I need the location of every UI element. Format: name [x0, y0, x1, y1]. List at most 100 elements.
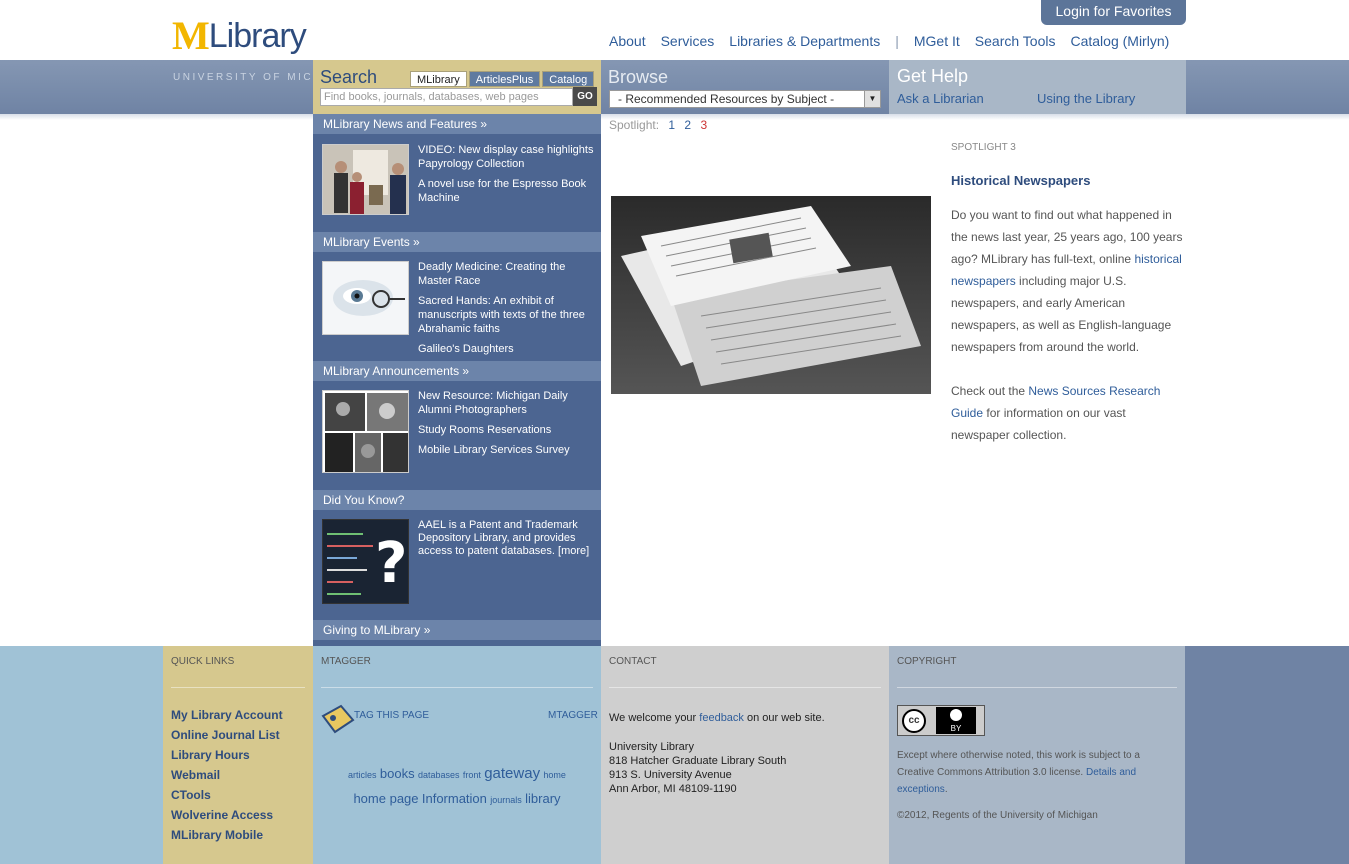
contact-text: We welcome your: [609, 712, 700, 724]
quick-links-column: QUICK LINKS My Library Account Online Jo…: [163, 646, 313, 864]
page: M Library Login for Favorites About Serv…: [0, 0, 1349, 864]
spotlight-text: Check out the: [951, 384, 1029, 398]
announcements-heading-link[interactable]: MLibrary Announcements »: [313, 361, 601, 381]
tab-articlesplus[interactable]: ArticlesPlus: [468, 71, 541, 87]
contact-address: University Library 818 Hatcher Graduate …: [609, 740, 881, 796]
get-help-title: Get Help: [897, 66, 969, 86]
announcement-michigan-daily[interactable]: New Resource: Michigan Daily Alumni Phot…: [418, 389, 596, 417]
spotlight-body: Do you want to find out what happened in…: [951, 204, 1186, 468]
search-tabs: MLibrary ArticlesPlus Catalog: [410, 71, 596, 87]
mtagger-row: TAG THIS PAGE MTAGGER: [321, 704, 598, 764]
spotlight-label: SPOTLIGHT 3: [951, 142, 1016, 153]
svg-text:?: ?: [375, 531, 407, 596]
search-title: Search: [320, 67, 378, 87]
news-heading-link[interactable]: MLibrary News and Features »: [313, 114, 601, 134]
events-list: Deadly Medicine: Creating the Master Rac…: [418, 260, 596, 362]
nav-search-tools[interactable]: Search Tools: [975, 33, 1056, 49]
mlibrary-logo[interactable]: M Library: [172, 14, 307, 56]
tag-information[interactable]: Information: [422, 791, 487, 806]
search-input[interactable]: Find books, journals, databases, web pag…: [320, 88, 573, 106]
event-item-deadly-medicine[interactable]: Deadly Medicine: Creating the Master Rac…: [418, 260, 596, 288]
events-thumbnail[interactable]: [322, 261, 409, 335]
quick-link-journal-list[interactable]: Online Journal List: [171, 728, 305, 748]
nav-services[interactable]: Services: [661, 33, 715, 49]
tag-home-page[interactable]: home page: [353, 791, 418, 806]
announcements-thumbnail[interactable]: [322, 390, 409, 473]
copyright-heading: COPYRIGHT: [897, 656, 1177, 688]
header: M Library Login for Favorites About Serv…: [0, 0, 1349, 60]
did-you-know-heading: Did You Know?: [313, 490, 601, 510]
address-line: University Library: [609, 741, 694, 753]
get-help-panel: Get Help Ask a Librarian Using the Libra…: [889, 60, 1186, 114]
tag-this-page-link[interactable]: TAG THIS PAGE: [354, 710, 429, 721]
tag-books[interactable]: books: [380, 766, 415, 781]
nav-about[interactable]: About: [609, 33, 646, 49]
quick-link-ctools[interactable]: CTools: [171, 788, 305, 808]
news-item-papyrology[interactable]: VIDEO: New display case highlights Papyr…: [418, 143, 596, 171]
logo-text: Library: [208, 17, 307, 55]
quick-link-my-account[interactable]: My Library Account: [171, 708, 305, 728]
browse-subject-select[interactable]: - Recommended Resources by Subject - ▼: [609, 90, 881, 108]
creative-commons-badge[interactable]: cc BY: [897, 705, 985, 736]
news-item-espresso[interactable]: A novel use for the Espresso Book Machin…: [418, 177, 596, 205]
tag-icon[interactable]: [321, 704, 355, 737]
contact-text: on our web site.: [743, 712, 825, 724]
top-navigation: About Services Libraries & Departments |…: [609, 33, 1184, 49]
announcements-list: New Resource: Michigan Daily Alumni Phot…: [418, 389, 596, 463]
chevron-down-icon[interactable]: ▼: [864, 91, 880, 107]
spotlight-page-2[interactable]: 2: [684, 118, 691, 132]
spotlight-paragraph-1: Do you want to find out what happened in…: [951, 204, 1186, 358]
copyright-column: COPYRIGHT cc BY Except where otherwise n…: [889, 646, 1185, 864]
spotlight-page-3-current: 3: [700, 118, 708, 132]
tag-journals[interactable]: journals: [490, 795, 522, 805]
nav-libraries-departments[interactable]: Libraries & Departments: [729, 33, 880, 49]
nav-catalog-mirlyn[interactable]: Catalog (Mirlyn): [1070, 33, 1169, 49]
spotlight-paragraph-2: Check out the News Sources Research Guid…: [951, 380, 1186, 446]
tag-library[interactable]: library: [525, 791, 560, 806]
search-panel: Search MLibrary ArticlesPlus Catalog Fin…: [313, 60, 601, 114]
footer-right-band: [1185, 646, 1349, 864]
tag-front[interactable]: front: [463, 770, 481, 780]
events-heading-link[interactable]: MLibrary Events »: [313, 232, 601, 252]
news-list: VIDEO: New display case highlights Papyr…: [418, 143, 596, 211]
quick-link-library-hours[interactable]: Library Hours: [171, 748, 305, 768]
ask-a-librarian-link[interactable]: Ask a Librarian: [897, 91, 984, 106]
news-thumbnail[interactable]: [322, 144, 409, 215]
spotlight-page-1[interactable]: 1: [668, 118, 675, 132]
tag-databases[interactable]: databases: [418, 770, 460, 780]
event-item-galileos-daughters[interactable]: Galileo's Daughters: [418, 342, 596, 356]
address-line: Ann Arbor, MI 48109-1190: [609, 783, 737, 795]
tag-cloud: articles books databases front gateway h…: [321, 762, 593, 812]
search-go-button[interactable]: GO: [573, 87, 597, 106]
address-line: 818 Hatcher Graduate Library South: [609, 755, 787, 767]
did-you-know-text[interactable]: AAEL is a Patent and Trademark Depositor…: [418, 519, 596, 558]
license-text: Except where otherwise noted, this work …: [897, 747, 1177, 798]
event-item-sacred-hands[interactable]: Sacred Hands: An exhibit of manuscripts …: [418, 294, 596, 336]
quick-link-wolverine-access[interactable]: Wolverine Access: [171, 808, 305, 828]
using-the-library-link[interactable]: Using the Library: [1037, 91, 1135, 106]
quick-link-webmail[interactable]: Webmail: [171, 768, 305, 788]
tag-articles[interactable]: articles: [348, 770, 377, 780]
feedback-link-label: feedback: [699, 712, 744, 724]
historical-newspapers-image: [611, 196, 931, 394]
quick-link-mlibrary-mobile[interactable]: MLibrary Mobile: [171, 828, 305, 848]
tag-home[interactable]: home: [543, 770, 566, 780]
giving-heading-link[interactable]: Giving to MLibrary »: [313, 620, 601, 640]
announcement-mobile-survey[interactable]: Mobile Library Services Survey: [418, 443, 596, 457]
browse-title: Browse: [608, 67, 669, 87]
license-text-part: .: [944, 784, 948, 795]
spotlight-pager: Spotlight: 1 2 3: [609, 118, 707, 132]
spotlight-title: Historical Newspapers: [951, 173, 1091, 188]
browse-select-value: - Recommended Resources by Subject -: [618, 92, 835, 106]
login-for-favorites-button[interactable]: Login for Favorites: [1041, 0, 1186, 25]
nav-mget-it[interactable]: MGet It: [914, 33, 960, 49]
mtagger-link[interactable]: MTAGGER: [548, 710, 598, 721]
person-icon: [950, 709, 962, 721]
tag-gateway[interactable]: gateway: [484, 765, 540, 782]
copyright-year: ©2012, Regents of the University of Mich…: [897, 810, 1098, 821]
feedback-link[interactable]: feedback: [699, 712, 744, 724]
tab-mlibrary[interactable]: MLibrary: [410, 71, 467, 87]
contact-welcome: We welcome your feedback on our web site…: [609, 712, 881, 724]
announcement-study-rooms[interactable]: Study Rooms Reservations: [418, 423, 596, 437]
tab-catalog[interactable]: Catalog: [542, 71, 595, 87]
